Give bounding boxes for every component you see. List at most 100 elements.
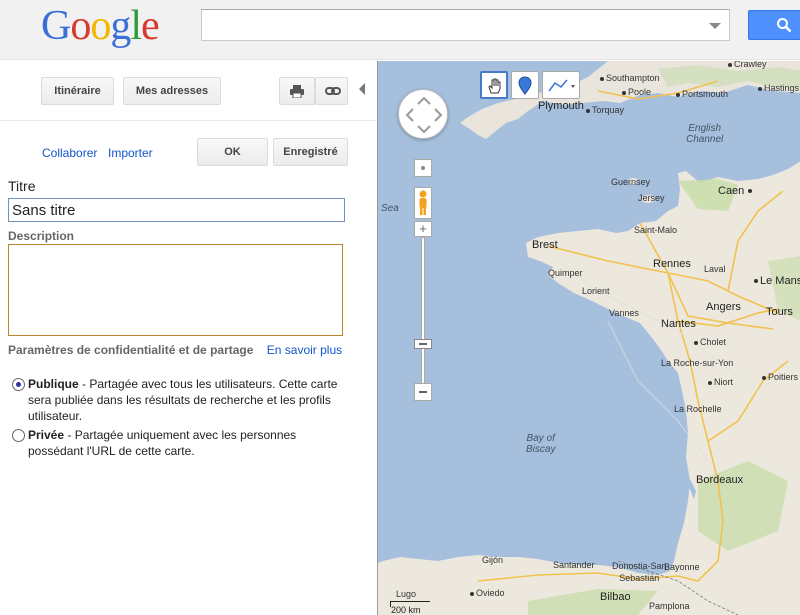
search-button[interactable]	[748, 10, 800, 40]
place-label: Niort	[714, 377, 734, 387]
place-cholet: Cholet	[694, 337, 726, 347]
collapse-panel-icon[interactable]	[359, 83, 365, 95]
ok-button[interactable]: OK	[197, 138, 268, 166]
place-bay-of-biscay: Bay of Biscay	[526, 433, 556, 455]
privacy-option-private[interactable]: Privée - Partagée uniquement avec les pe…	[12, 427, 342, 459]
place-bayonne: Bayonne	[664, 562, 700, 572]
place-label: Le Mans	[760, 275, 800, 287]
description-label: Description	[8, 229, 75, 243]
place-sea: Sea	[381, 203, 399, 214]
private-label: Privée	[28, 428, 65, 442]
hand-tool-button[interactable]	[480, 71, 508, 99]
place-guernsey: Guernsey	[611, 177, 651, 187]
mes-adresses-button[interactable]: Mes adresses	[123, 77, 221, 105]
place-label: Bilbao	[600, 591, 631, 603]
map-canvas[interactable]: Crawley Southampton Poole Portsmouth Has…	[377, 61, 800, 615]
place-southampton: Southampton	[600, 73, 660, 83]
draw-line-icon	[548, 79, 575, 92]
privacy-option-text: Privée - Partagée uniquement avec les pe…	[12, 427, 342, 459]
radio-public[interactable]	[12, 378, 25, 391]
itineraire-button[interactable]: Itinéraire	[41, 77, 114, 105]
enregistre-button[interactable]: Enregistré	[273, 138, 348, 166]
logo-letter: g	[110, 3, 131, 49]
logo-letter: l	[130, 3, 142, 49]
printer-icon	[290, 85, 304, 98]
place-poitiers: Poitiers	[762, 372, 798, 382]
place-quimper: Quimper	[548, 268, 583, 278]
place-hastings: Hastings	[758, 83, 799, 93]
place-angers: Angers	[706, 301, 741, 313]
place-brest: Brest	[532, 239, 558, 251]
place-vannes: Vannes	[609, 308, 639, 318]
logo-letter: o	[70, 3, 91, 49]
logo-letter: G	[41, 3, 71, 49]
street-view-pegman-icon[interactable]	[414, 187, 432, 219]
importer-link[interactable]: Importer	[108, 146, 153, 160]
place-label: Bordeaux	[696, 474, 744, 486]
privacy-heading: Paramètres de confidentialité et de part…	[8, 343, 348, 358]
title-label: Titre	[8, 178, 36, 194]
search-input[interactable]	[208, 16, 698, 36]
link-button[interactable]	[315, 77, 348, 105]
place-nantes: Nantes	[661, 318, 696, 330]
privacy-option-public[interactable]: Publique - Partagée avec tous les utilis…	[12, 376, 342, 424]
place-torquay: Torquay	[586, 105, 624, 115]
place-label: Southampton	[606, 73, 660, 83]
place-poole: Poole	[622, 87, 651, 97]
place-label: Cholet	[700, 337, 727, 347]
place-donostia: Donostia-San Sebastián	[612, 561, 667, 583]
place-gijon: Gijón	[482, 555, 504, 565]
placemark-icon	[518, 76, 532, 95]
place-label: Angers	[706, 301, 741, 313]
place-caen: Caen	[718, 185, 754, 197]
print-button[interactable]	[279, 77, 315, 105]
place-tours: Tours	[766, 306, 793, 318]
divider	[0, 120, 377, 121]
collaborer-link[interactable]: Collaborer	[42, 146, 97, 160]
place-label: Hastings	[764, 83, 800, 93]
place-bilbao: Bilbao	[600, 591, 631, 603]
place-niort: Niort	[708, 377, 733, 387]
place-laval: Laval	[704, 264, 726, 274]
zoom-out-button[interactable]	[414, 383, 432, 401]
place-label: Torquay	[592, 105, 625, 115]
search-box[interactable]	[201, 9, 730, 41]
place-jersey: Jersey	[638, 193, 665, 203]
zoom-slider-thumb[interactable]	[414, 339, 432, 349]
top-bar: Google	[0, 0, 800, 60]
place-lugo: Lugo	[396, 589, 417, 599]
place-rennes: Rennes	[653, 258, 691, 270]
dropdown-arrow-icon[interactable]	[709, 23, 721, 29]
privacy-title: Paramètres de confidentialité et de part…	[8, 343, 254, 357]
public-label: Publique	[28, 377, 79, 391]
pan-control[interactable]	[398, 89, 448, 139]
zoom-reset-button[interactable]	[414, 159, 432, 177]
pan-arrows-icon	[405, 96, 443, 134]
logo-letter: e	[141, 3, 160, 49]
google-logo[interactable]: Google	[41, 2, 160, 50]
zoom-slider-track[interactable]	[421, 237, 425, 389]
place-saint-malo: Saint-Malo	[634, 225, 678, 235]
place-english-channel: English Channel	[686, 123, 724, 145]
place-label: Tours	[766, 306, 793, 318]
link-icon	[325, 87, 341, 95]
place-pamplona: Pamplona	[649, 601, 690, 611]
place-label: Brest	[532, 239, 558, 251]
hand-icon	[488, 78, 501, 94]
line-tool-button[interactable]	[542, 71, 580, 99]
learn-more-link[interactable]: En savoir plus	[267, 343, 342, 357]
place-santander: Santander	[553, 560, 595, 570]
place-label: Rennes	[653, 258, 691, 270]
private-description: - Partagée uniquement avec les personnes…	[28, 428, 297, 458]
marker-tool-button[interactable]	[511, 71, 539, 99]
place-la-rochelle: La Rochelle	[674, 404, 722, 414]
map-terrain	[378, 61, 800, 615]
title-input[interactable]	[8, 198, 345, 222]
description-textarea[interactable]	[8, 244, 343, 336]
place-oviedo: Oviedo	[470, 588, 505, 598]
zoom-in-button[interactable]: +	[414, 221, 432, 237]
radio-private[interactable]	[12, 429, 25, 442]
place-portsmouth: Portsmouth	[676, 89, 728, 99]
place-label: Portsmouth	[682, 89, 729, 99]
left-panel: Itinéraire Mes adresses Collaborer Impor…	[0, 61, 377, 615]
